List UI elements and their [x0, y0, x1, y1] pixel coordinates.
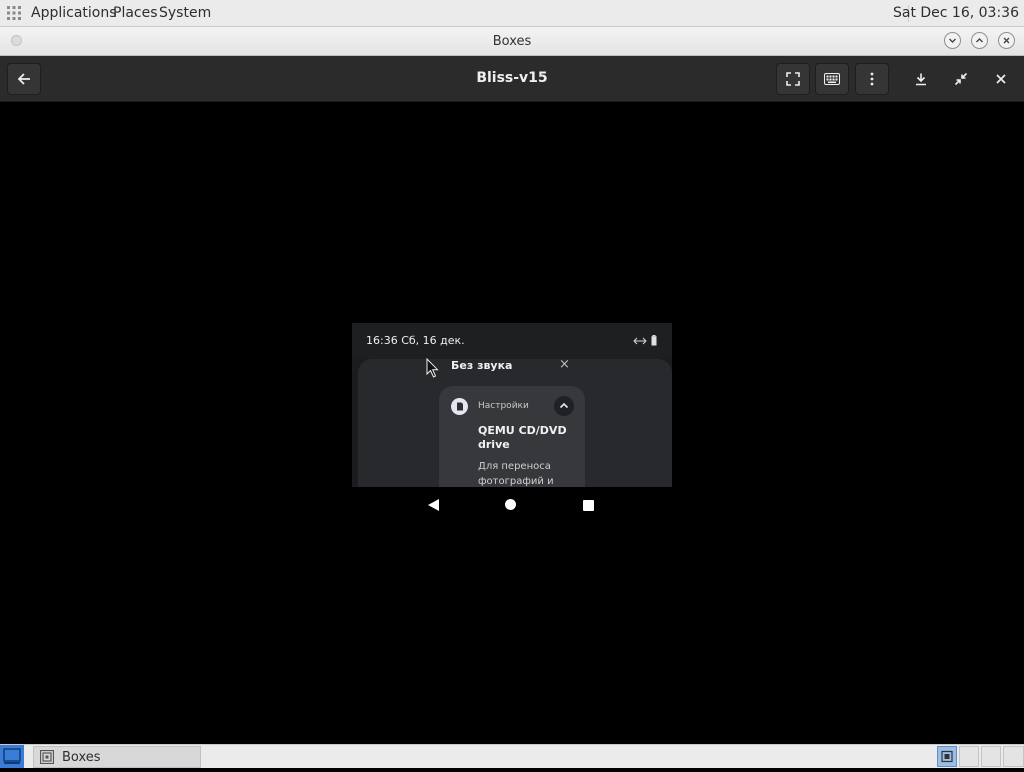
download-button[interactable] [904, 63, 938, 95]
close-button[interactable] [998, 32, 1015, 49]
maximize-button[interactable] [971, 32, 988, 49]
menu-applications[interactable]: Applications [31, 5, 117, 22]
mouse-cursor-icon [426, 358, 439, 378]
top-panel: Applications Places System Sat Dec 16, 0… [0, 0, 1024, 27]
desktop-icon [3, 748, 21, 764]
notification-body: Для переноса фотографий и [478, 461, 554, 487]
silent-mode-label: Без звука [451, 359, 513, 372]
more-options-icon [870, 72, 874, 86]
minimize-button[interactable] [944, 32, 961, 49]
maximize-icon [976, 38, 983, 43]
workspace-2[interactable] [959, 746, 979, 767]
android-screen[interactable]: 16:36 Сб, 16 дек. Без звука × Настройки … [352, 323, 672, 487]
nav-recents-icon[interactable] [583, 500, 594, 511]
close-vm-button[interactable] [984, 63, 1018, 95]
silent-mode-dismiss[interactable]: × [559, 357, 570, 372]
window-title: Boxes [492, 34, 532, 49]
unfullscreen-button[interactable] [944, 63, 978, 95]
minimize-icon [949, 38, 956, 43]
workspace-3[interactable] [981, 746, 1001, 767]
notification-expand-button[interactable] [554, 396, 574, 416]
notification-card[interactable]: Настройки QEMU CD/DVD drive Для переноса… [439, 386, 585, 487]
clock[interactable]: Sat Dec 16, 03:36 [893, 5, 1019, 22]
fullscreen-icon [786, 72, 800, 86]
boxes-header-bar: Bliss-v15 [0, 56, 1024, 102]
battery-icon [651, 335, 657, 346]
apps-grid-icon[interactable] [7, 6, 21, 20]
fullscreen-button[interactable] [776, 63, 810, 95]
close-icon [996, 74, 1006, 84]
taskbar-item-label: Boxes [62, 750, 101, 765]
unfullscreen-icon [954, 72, 968, 86]
wifi-arrows-icon [633, 337, 647, 345]
taskbar-item-boxes[interactable]: Boxes [33, 746, 201, 768]
close-icon [1003, 37, 1010, 44]
workspace-window-icon [941, 750, 953, 763]
menu-places[interactable]: Places [113, 5, 158, 22]
menu-system[interactable]: System [159, 5, 211, 22]
chevron-up-icon [559, 402, 569, 409]
show-desktop-button[interactable] [0, 745, 24, 768]
window-title-bar[interactable]: Boxes [0, 27, 1024, 56]
notification-app-name: Настройки [478, 401, 529, 411]
workspace-4[interactable] [1003, 746, 1024, 767]
status-time: 16:36 Сб, 16 дек. [366, 334, 465, 347]
nav-back-icon[interactable] [427, 498, 440, 512]
keyboard-icon [824, 73, 840, 85]
bottom-taskbar: Boxes [0, 744, 1024, 768]
send-keys-button[interactable] [815, 63, 849, 95]
download-icon [916, 73, 926, 86]
more-options-button[interactable] [855, 63, 889, 95]
notification-title: QEMU CD/DVD drive [478, 424, 567, 451]
boxes-app-icon [40, 750, 54, 764]
android-status-bar[interactable]: 16:36 Сб, 16 дек. [352, 323, 672, 359]
app-icon [451, 398, 468, 415]
sd-card-icon [457, 402, 463, 411]
nav-home-icon[interactable] [505, 499, 516, 510]
workspace-1[interactable] [937, 746, 957, 767]
